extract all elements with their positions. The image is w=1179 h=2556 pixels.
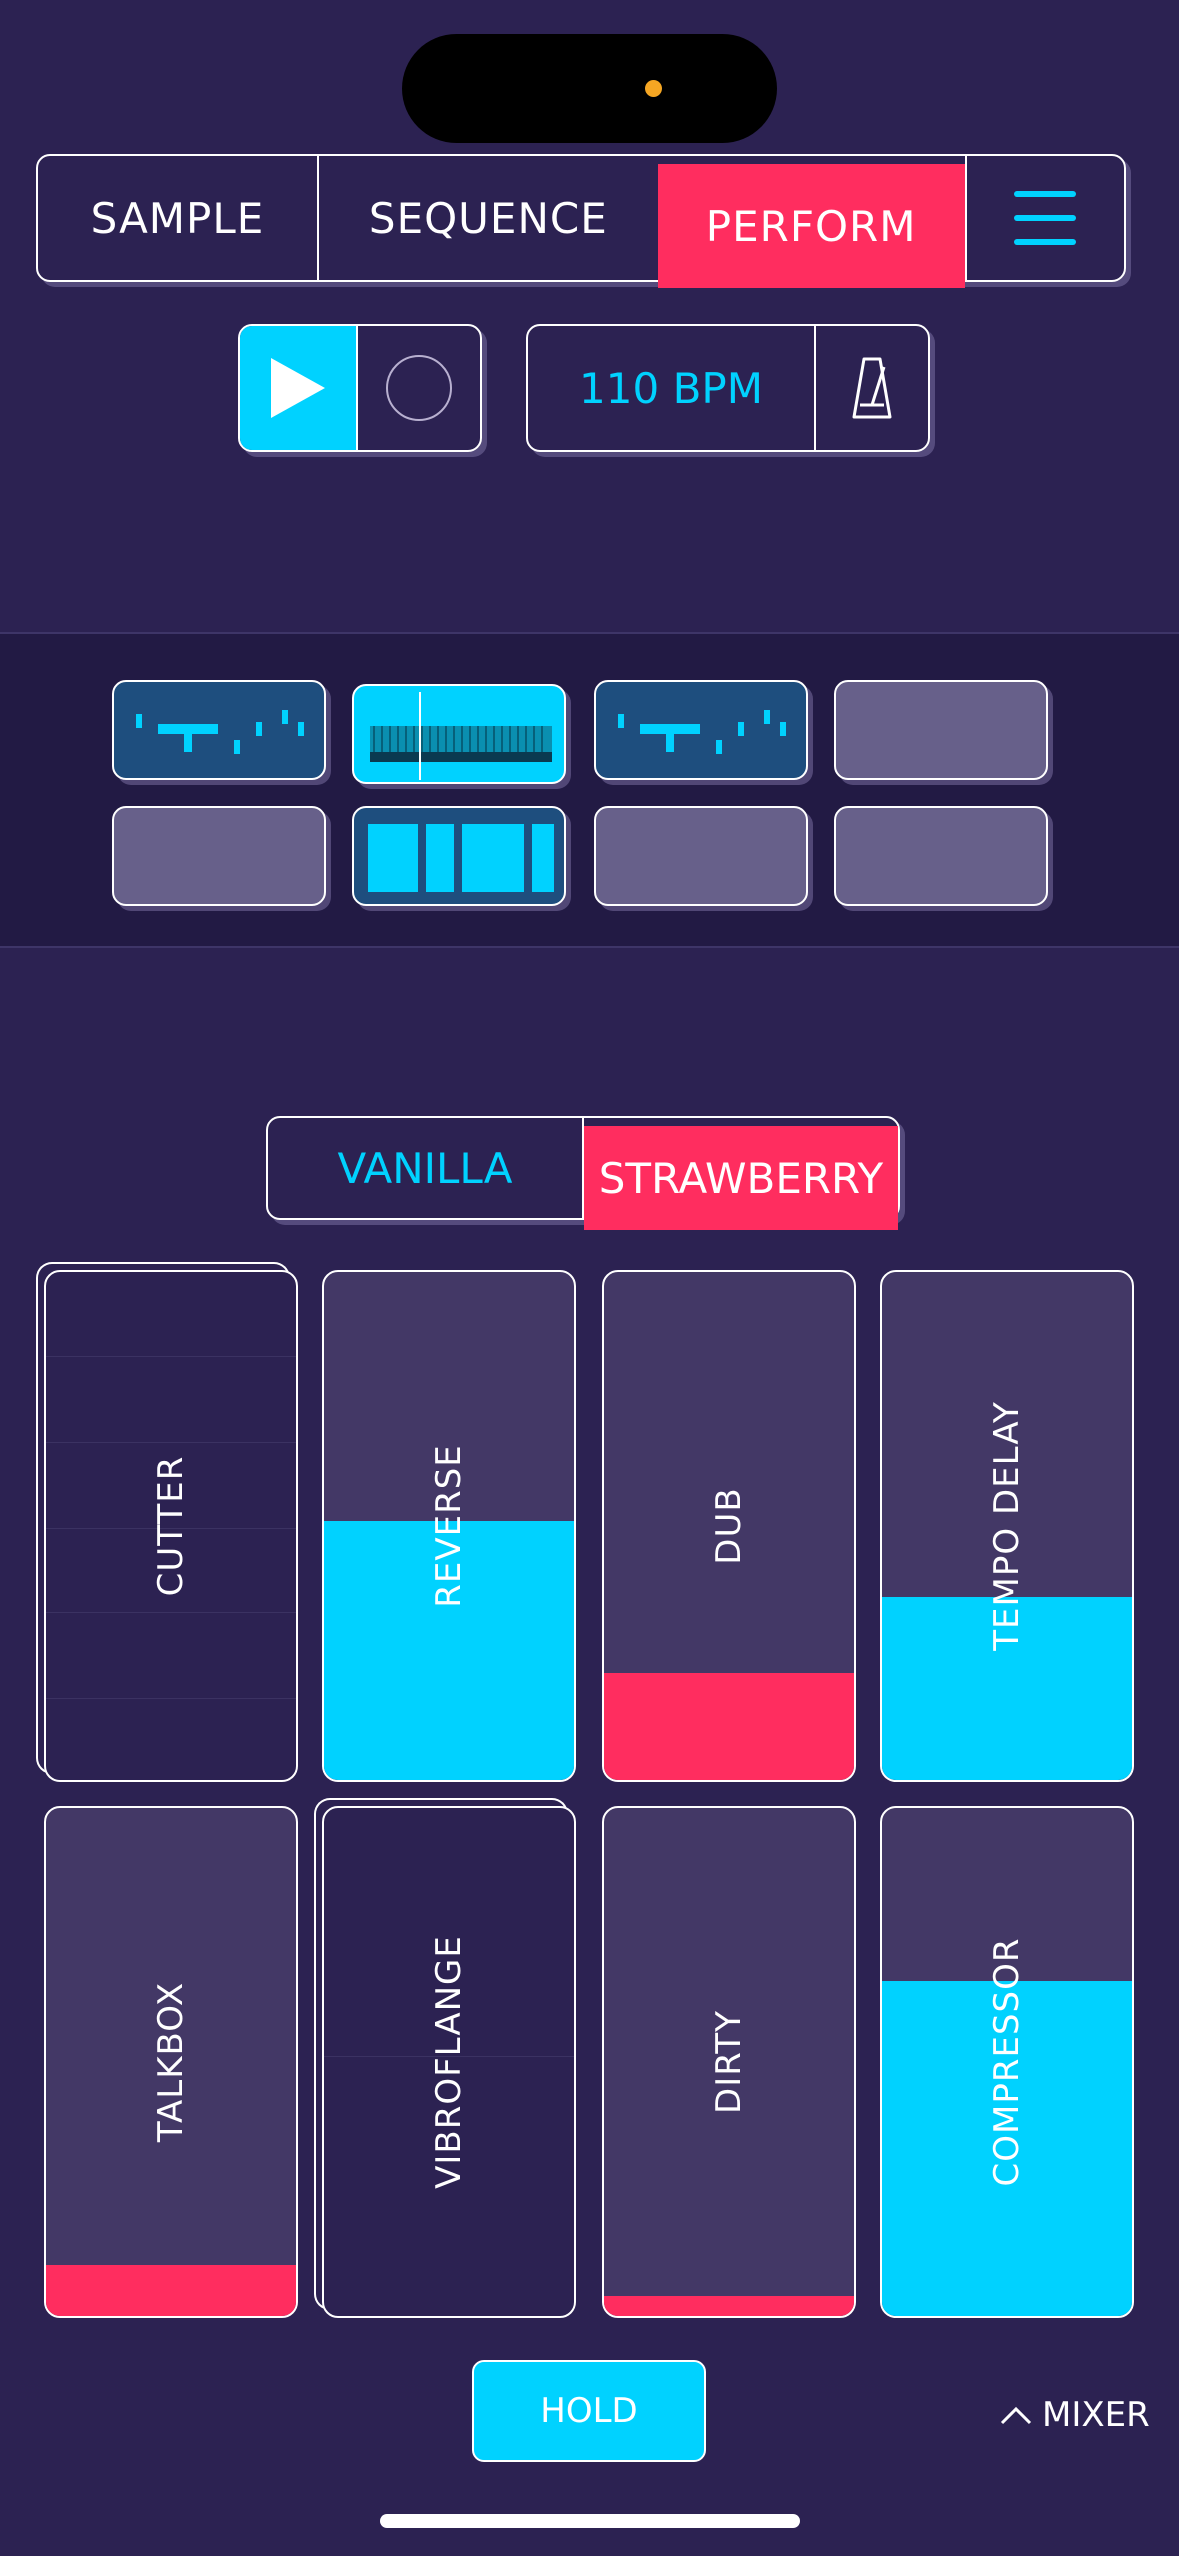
record-button[interactable] <box>358 326 480 450</box>
record-icon <box>386 355 452 421</box>
vanilla-button[interactable]: VANILLA <box>268 1118 584 1218</box>
fx-label: COMPRESSOR <box>987 1937 1027 2187</box>
sample-waveform-thumbnail <box>370 692 552 780</box>
dynamic-island <box>402 34 777 143</box>
fx-label: REVERSE <box>429 1444 469 1608</box>
fx-pad-tempo-delay[interactable]: TEMPO DELAY <box>880 1270 1134 1782</box>
pattern-slot-empty[interactable] <box>834 680 1048 780</box>
fx-label: TEMPO DELAY <box>987 1401 1027 1651</box>
fx-pad-dirty[interactable]: DIRTY <box>602 1806 856 2318</box>
fx-bank-toggle: VANILLA STRAWBERRY <box>266 1116 900 1230</box>
play-button[interactable] <box>240 326 358 450</box>
mode-tabs: SAMPLE SEQUENCE PERFORM <box>36 154 1126 288</box>
fx-label: DIRTY <box>709 2010 749 2114</box>
bpm-display[interactable]: 110 BPM <box>528 326 816 450</box>
pattern-slot-empty[interactable] <box>834 806 1048 906</box>
pattern-thumbnail <box>136 710 304 754</box>
menu-button[interactable] <box>964 156 1124 280</box>
privacy-indicator-dot <box>645 80 662 97</box>
pattern-blocks-thumbnail <box>368 824 554 892</box>
pattern-slot-active[interactable] <box>352 684 566 784</box>
home-indicator[interactable] <box>380 2514 800 2528</box>
hamburger-menu-icon <box>1014 191 1077 245</box>
fx-pad-vibroflange[interactable]: VIBROFLANGE <box>322 1806 576 2318</box>
play-icon <box>271 358 325 418</box>
hold-button[interactable]: HOLD <box>472 2360 706 2462</box>
pattern-slot-empty[interactable] <box>112 806 326 906</box>
pattern-selector <box>0 632 1179 948</box>
tempo-controls: 110 BPM <box>526 324 930 452</box>
fx-label: TALKBOX <box>151 1981 191 2143</box>
tab-perform[interactable]: PERFORM <box>657 164 965 288</box>
fx-pad-talkbox[interactable]: TALKBOX <box>44 1806 298 2318</box>
tab-sample[interactable]: SAMPLE <box>38 156 319 280</box>
fx-level-fill <box>604 1673 854 1780</box>
chevron-up-icon <box>1000 2406 1032 2425</box>
fx-label: DUB <box>709 1487 749 1565</box>
fx-level-fill <box>604 2295 854 2316</box>
fx-level-fill <box>46 2265 296 2316</box>
fx-pad-cutter[interactable]: CUTTER <box>44 1270 298 1782</box>
pattern-thumbnail <box>618 710 786 754</box>
tab-sequence[interactable]: SEQUENCE <box>319 156 658 280</box>
mixer-button[interactable]: MIXER <box>1000 2390 1150 2440</box>
mixer-label: MIXER <box>1042 2395 1150 2435</box>
fx-pad-compressor[interactable]: COMPRESSOR <box>880 1806 1134 2318</box>
pattern-slot[interactable] <box>112 680 326 780</box>
pattern-slot[interactable] <box>594 680 808 780</box>
fx-label: VIBROFLANGE <box>429 1935 469 2189</box>
pattern-slot-empty[interactable] <box>594 806 808 906</box>
fx-pad-reverse[interactable]: REVERSE <box>322 1270 576 1782</box>
metronome-button[interactable] <box>816 326 928 450</box>
metronome-icon <box>852 357 892 419</box>
transport-controls <box>238 324 482 452</box>
fx-pad-dub[interactable]: DUB <box>602 1270 856 1782</box>
strawberry-button[interactable]: STRAWBERRY <box>584 1126 898 1230</box>
fx-label: CUTTER <box>151 1455 191 1597</box>
pattern-slot[interactable] <box>352 806 566 906</box>
